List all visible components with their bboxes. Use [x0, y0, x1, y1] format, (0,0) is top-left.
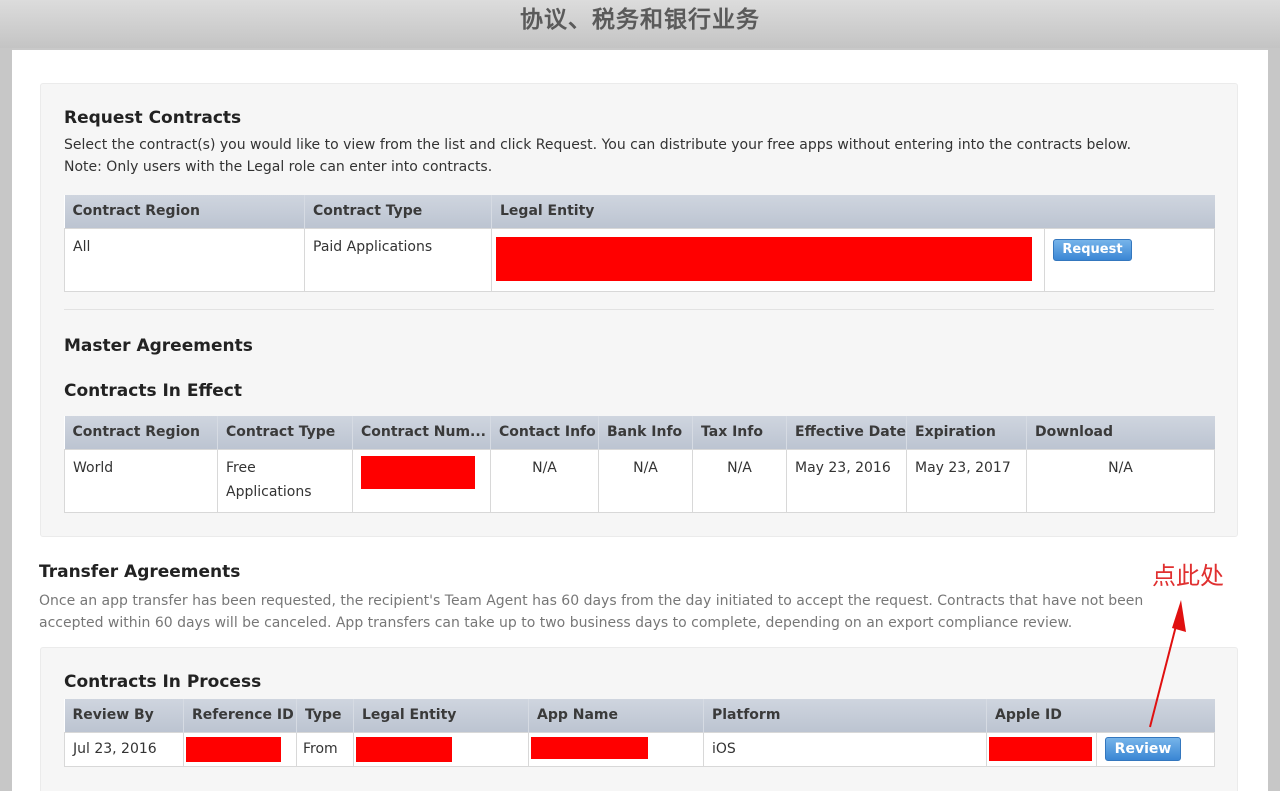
- cell-region: World: [64, 448, 218, 513]
- request-contracts-desc-1: Select the contract(s) you would like to…: [64, 137, 1132, 153]
- frame-right: [1268, 48, 1280, 791]
- cell-review-by: Jul 23, 2016: [64, 731, 184, 767]
- cell-contract-number: [352, 448, 491, 513]
- col-contract-region: Contract Region: [64, 416, 218, 449]
- col-bank-info: Bank Info: [598, 416, 693, 449]
- cell-app-name: [528, 731, 704, 767]
- col-contact-info: Contact Info: [490, 416, 599, 449]
- col-download: Download: [1026, 416, 1215, 449]
- transfer-agreements-desc-2: accepted within 60 days will be canceled…: [39, 615, 1073, 631]
- request-button[interactable]: Request: [1053, 238, 1132, 261]
- col-type: Type: [296, 699, 354, 732]
- table-header-row: Contract Region Contract Type Contract N…: [64, 416, 1215, 449]
- cell-download[interactable]: N/A: [1026, 448, 1215, 513]
- col-contract-type: Contract Type: [304, 195, 492, 228]
- col-contract-type: Contract Type: [217, 416, 353, 449]
- redacted-legal-entity: [496, 236, 1032, 281]
- cell-action: Review: [1095, 731, 1216, 767]
- redacted-app-name: [531, 736, 648, 759]
- col-tax-info: Tax Info: [692, 416, 787, 449]
- redacted-reference-id: [186, 736, 281, 762]
- col-reference-id: Reference ID: [183, 699, 297, 732]
- master-agreements-heading: Master Agreements: [64, 336, 253, 356]
- cell-bank-info[interactable]: N/A: [598, 448, 693, 513]
- cell-legal-entity: [353, 731, 529, 767]
- cell-legal-entity: [491, 227, 1045, 292]
- cell-tax-info[interactable]: N/A: [692, 448, 787, 513]
- request-contracts-table: Contract Region Contract Type Legal Enti…: [64, 195, 1215, 292]
- table-row: All Paid Applications Request: [64, 227, 1215, 292]
- redacted-apple-id: [989, 736, 1092, 761]
- col-contract-number: Contract Num...: [352, 416, 491, 449]
- request-contracts-heading: Request Contracts: [64, 108, 242, 128]
- cell-type: Paid Applications: [304, 227, 492, 292]
- transfer-agreements-desc-1: Once an app transfer has been requested,…: [39, 593, 1144, 609]
- col-platform: Platform: [703, 699, 987, 732]
- redacted-legal-entity: [356, 736, 452, 762]
- cell-contact-info[interactable]: N/A: [490, 448, 599, 513]
- table-header-row: Contract Region Contract Type Legal Enti…: [64, 195, 1215, 228]
- col-app-name: App Name: [528, 699, 704, 732]
- contracts-in-process-heading: Contracts In Process: [64, 672, 262, 692]
- cell-effective-date: May 23, 2016: [786, 448, 907, 513]
- transfer-agreements-heading: Transfer Agreements: [39, 562, 241, 582]
- col-legal-entity: Legal Entity: [491, 195, 1215, 228]
- table-row: Jul 23, 2016 From iOS Review: [64, 731, 1216, 767]
- cell-apple-id: [986, 731, 1097, 767]
- cell-reference-id: [183, 731, 297, 767]
- annotation-click-here: 点此处: [1152, 562, 1224, 590]
- cell-action: Request: [1044, 227, 1215, 292]
- section-divider: [64, 309, 1214, 310]
- col-expiration: Expiration: [906, 416, 1027, 449]
- cell-platform: iOS: [703, 731, 987, 767]
- page-header: 协议、税务和银行业务: [0, 0, 1280, 48]
- cell-type: Free Applications: [217, 448, 353, 513]
- cell-type-line-1: Free: [226, 459, 256, 476]
- table-row: World Free Applications N/A N/A N/A May …: [64, 448, 1215, 513]
- redacted-contract-number: [361, 455, 475, 489]
- cell-type-line-2: Applications: [226, 483, 312, 500]
- page-title: 协议、税务和银行业务: [520, 7, 760, 33]
- cell-type: From: [296, 731, 354, 767]
- table-header-row: Review By Reference ID Type Legal Entity…: [64, 699, 1215, 732]
- contracts-in-effect-table: Contract Region Contract Type Contract N…: [64, 416, 1215, 513]
- cell-region: All: [64, 227, 305, 292]
- col-legal-entity: Legal Entity: [353, 699, 529, 732]
- col-contract-region: Contract Region: [64, 195, 305, 228]
- frame-left: [0, 48, 12, 791]
- cell-expiration: May 23, 2017: [906, 448, 1027, 513]
- col-review-by: Review By: [64, 699, 184, 732]
- request-contracts-desc-2: Note: Only users with the Legal role can…: [64, 159, 493, 175]
- contracts-in-process-table: Review By Reference ID Type Legal Entity…: [64, 699, 1216, 767]
- col-apple-id: Apple ID: [986, 699, 1215, 732]
- contracts-in-effect-heading: Contracts In Effect: [64, 381, 242, 401]
- review-button[interactable]: Review: [1105, 736, 1181, 761]
- content-sheet: Request Contracts Select the contract(s)…: [12, 50, 1268, 791]
- col-effective-date: Effective Date: [786, 416, 907, 449]
